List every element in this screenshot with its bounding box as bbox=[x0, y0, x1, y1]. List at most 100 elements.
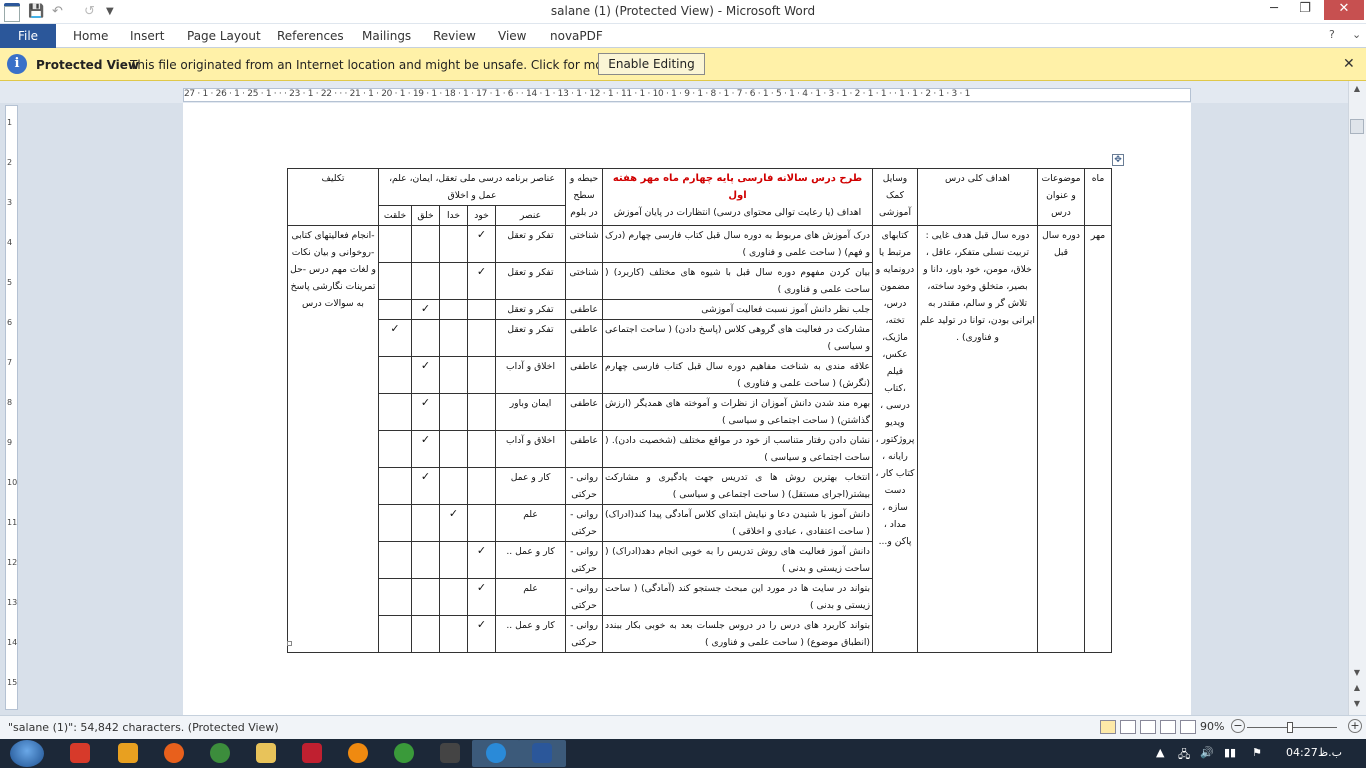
checkmark-icon: ✓ bbox=[476, 228, 487, 241]
firefox-icon[interactable] bbox=[150, 740, 198, 767]
vruler-tick: 1 bbox=[7, 118, 13, 127]
zoom-in-button[interactable]: + bbox=[1348, 719, 1362, 733]
vruler-tick: 4 bbox=[7, 238, 13, 247]
cell-check bbox=[377, 225, 413, 263]
web-layout-button[interactable] bbox=[1140, 720, 1156, 734]
tab-insert[interactable]: Insert bbox=[130, 24, 164, 48]
cell-check: ✓ bbox=[467, 615, 497, 653]
cell-check bbox=[377, 467, 413, 505]
protected-view-message[interactable]: This file originated from an Internet lo… bbox=[130, 58, 662, 72]
vertical-ruler[interactable]: 1 2 3 4 5 6 7 8 9 10 11 12 13 14 15 bbox=[5, 105, 18, 710]
vruler-tick: 3 bbox=[7, 198, 13, 207]
ie-icon[interactable] bbox=[472, 740, 520, 767]
vertical-scrollbar[interactable] bbox=[1348, 81, 1366, 715]
cell-check bbox=[411, 504, 441, 542]
outline-button[interactable] bbox=[1160, 720, 1176, 734]
cell-element: اخلاق و آداب bbox=[495, 356, 567, 394]
media-icon[interactable] bbox=[56, 740, 104, 767]
scroll-up-icon[interactable]: ▲ bbox=[1351, 84, 1363, 93]
horizontal-ruler[interactable]: 27 · 1 · 26 · 1 · 25 · 1 · · · 23 · 1 · … bbox=[183, 88, 1191, 102]
cell-check: ✓ bbox=[467, 262, 497, 300]
scroll-down-icon[interactable]: ▼ bbox=[1351, 668, 1363, 677]
next-page-icon[interactable]: ▼ bbox=[1351, 699, 1363, 708]
help-icon[interactable]: ? bbox=[1329, 28, 1335, 41]
vruler-tick: 15 bbox=[7, 678, 18, 687]
tab-selector[interactable] bbox=[4, 6, 20, 22]
tray-network-icon[interactable]: 🖧 bbox=[1178, 746, 1190, 765]
header-tools: وسایل کمک آموزشی bbox=[872, 168, 919, 226]
vruler-tick: 6 bbox=[7, 318, 13, 327]
cell-objective: علاقه مندی به شناخت مفاهیم دوره سال قبل … bbox=[602, 356, 874, 394]
cell-check bbox=[411, 319, 441, 357]
scroll-thumb[interactable] bbox=[1350, 119, 1364, 134]
cell-element: تفکر و تعقل bbox=[495, 225, 567, 263]
aimp-icon[interactable] bbox=[334, 740, 382, 767]
header-bloom: حیطه و سطح در بلوم bbox=[565, 168, 604, 226]
tab-view[interactable]: View bbox=[498, 24, 526, 48]
tab-home[interactable]: Home bbox=[73, 24, 108, 48]
enable-editing-button[interactable]: Enable Editing bbox=[598, 53, 705, 75]
header-element: عنصر bbox=[495, 205, 567, 226]
tray-volume-icon[interactable]: 🔊 bbox=[1200, 746, 1214, 759]
tray-flag-icon[interactable]: ⚑ bbox=[1252, 746, 1262, 759]
cell-check bbox=[377, 356, 413, 394]
tab-review[interactable]: Review bbox=[433, 24, 476, 48]
vruler-tick: 2 bbox=[7, 158, 13, 167]
status-bar: "salane (1)": 54,842 characters. (Protec… bbox=[0, 715, 1366, 739]
media2-icon[interactable] bbox=[426, 740, 474, 767]
vruler-tick: 8 bbox=[7, 398, 13, 407]
cell-element: علم bbox=[495, 578, 567, 616]
word-taskbar-icon[interactable] bbox=[518, 740, 566, 767]
cell-check: ✓ bbox=[467, 225, 497, 263]
table-move-handle-icon[interactable]: ✥ bbox=[1112, 154, 1124, 166]
minimize-button[interactable]: ─ bbox=[1259, 0, 1289, 20]
chrome-icon[interactable] bbox=[196, 740, 244, 767]
tab-mailings[interactable]: Mailings bbox=[362, 24, 411, 48]
checkmark-icon: ✓ bbox=[476, 581, 487, 594]
clock-time[interactable]: 04:27 bbox=[1286, 746, 1318, 759]
checkmark-icon: ✓ bbox=[420, 396, 431, 409]
ribbon-collapse-icon[interactable]: ⌄ bbox=[1352, 28, 1361, 41]
start-button[interactable] bbox=[10, 740, 44, 767]
header-goals: اهداف کلی درس bbox=[917, 168, 1039, 226]
tab-novapdf[interactable]: novaPDF bbox=[550, 24, 603, 48]
cell-objective: انتخاب بهترین روش ها ی تدریس جهت یادگیری… bbox=[602, 467, 874, 505]
maximize-button[interactable]: ❐ bbox=[1290, 0, 1320, 20]
paragraph-end-mark bbox=[287, 641, 292, 646]
header-homework: تکلیف bbox=[287, 168, 379, 226]
cell-check bbox=[439, 541, 469, 579]
cell-check bbox=[467, 319, 497, 357]
cell-objective: بتواند در سایت ها در مورد این مبحث جستجو… bbox=[602, 578, 874, 616]
cell-element: تفکر و تعقل bbox=[495, 319, 567, 357]
cell-bloom: عاطفی bbox=[565, 299, 604, 320]
close-button[interactable]: ✕ bbox=[1324, 0, 1364, 20]
full-screen-reading-button[interactable] bbox=[1120, 720, 1136, 734]
draft-button[interactable] bbox=[1180, 720, 1196, 734]
cell-check bbox=[439, 615, 469, 653]
tray-up-arrow-icon[interactable]: ▲ bbox=[1156, 746, 1164, 759]
utorrent-icon[interactable] bbox=[380, 740, 428, 767]
vruler-tick: 10 bbox=[7, 478, 18, 487]
tray-signal-icon[interactable]: ▮▮ bbox=[1224, 746, 1236, 759]
tab-file[interactable]: File bbox=[0, 24, 56, 48]
cell-check: ✓ bbox=[411, 430, 441, 468]
cell-check bbox=[411, 578, 441, 616]
cell-topic: دوره سال قبل bbox=[1037, 225, 1086, 653]
folder-icon[interactable] bbox=[242, 740, 290, 767]
zoom-level[interactable]: 90% bbox=[1200, 720, 1224, 733]
cell-bloom: روانی - حرکتی bbox=[565, 541, 604, 579]
zoom-out-button[interactable]: − bbox=[1231, 719, 1245, 733]
print-layout-button[interactable] bbox=[1100, 720, 1116, 734]
zoom-slider-thumb[interactable] bbox=[1287, 722, 1293, 733]
player-icon[interactable] bbox=[104, 740, 152, 767]
cell-tools: کتابهای مرتبط یا درونمایه و مضمون درس، ت… bbox=[872, 225, 919, 653]
cell-objective: دانش آموز با شنیدن دعا و نیایش ابتدای کل… bbox=[602, 504, 874, 542]
app-icon[interactable] bbox=[288, 740, 336, 767]
tab-page-layout[interactable]: Page Layout bbox=[187, 24, 261, 48]
close-icon[interactable]: ✕ bbox=[1343, 56, 1355, 72]
cell-goals: دوره سال قبل هدف غایی : تربیت نسلی متفکر… bbox=[917, 225, 1039, 653]
header-topics: موضوعات و عنوان درس bbox=[1037, 168, 1086, 226]
tab-references[interactable]: References bbox=[277, 24, 344, 48]
cell-check bbox=[439, 467, 469, 505]
prev-page-icon[interactable]: ▲ bbox=[1351, 683, 1363, 692]
